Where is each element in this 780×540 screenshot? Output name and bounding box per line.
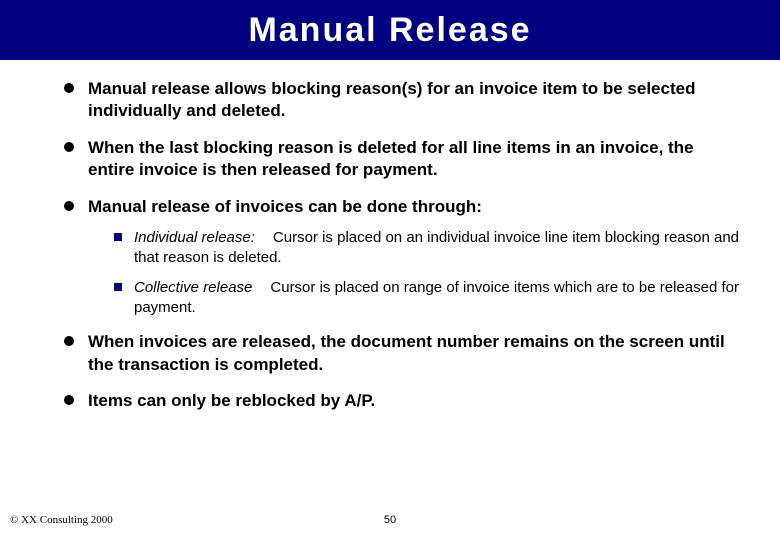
bullet-item: Manual release of invoices can be done t…: [60, 196, 740, 318]
bullet-text: Items can only be reblocked by A/P.: [88, 391, 375, 410]
sub-bullet-item: Collective releaseCursor is placed on ra…: [112, 278, 740, 318]
slide-title: Manual Release: [248, 11, 531, 50]
sub-bullet-list: Individual release:Cursor is placed on a…: [112, 228, 740, 317]
bullet-item: When invoices are released, the document…: [60, 331, 740, 376]
title-bar: Manual Release: [0, 0, 780, 60]
bullet-text: Manual release of invoices can be done t…: [88, 197, 482, 216]
bullet-item: When the last blocking reason is deleted…: [60, 137, 740, 182]
sub-bullet-label: Individual release:: [134, 229, 255, 246]
bullet-list: Manual release allows blocking reason(s)…: [60, 78, 740, 413]
sub-bullet-label: Collective release: [134, 279, 252, 296]
bullet-item: Manual release allows blocking reason(s)…: [60, 78, 740, 123]
slide: Manual Release Manual release allows blo…: [0, 0, 780, 540]
content-area: Manual release allows blocking reason(s)…: [0, 60, 780, 413]
bullet-text: When invoices are released, the document…: [88, 332, 725, 373]
footer-page-number: 50: [0, 514, 780, 526]
bullet-text: Manual release allows blocking reason(s)…: [88, 79, 695, 120]
bullet-item: Items can only be reblocked by A/P.: [60, 390, 740, 412]
sub-bullet-item: Individual release:Cursor is placed on a…: [112, 228, 740, 268]
bullet-text: When the last blocking reason is deleted…: [88, 138, 694, 179]
